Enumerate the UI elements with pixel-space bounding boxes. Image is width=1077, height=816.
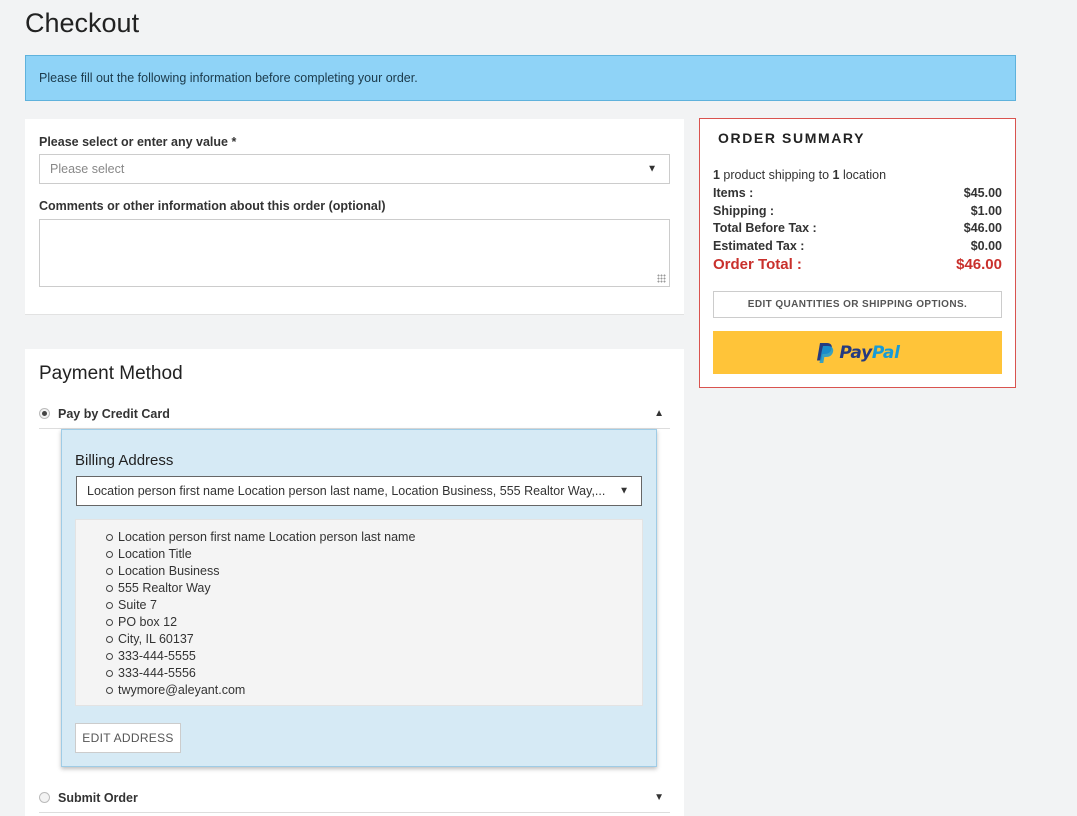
address-line: Location Business	[106, 563, 415, 580]
address-line: 333-444-5556	[106, 665, 415, 682]
credit-card-radio[interactable]	[39, 408, 50, 419]
shipping-summary-text: 1 product shipping to 1 location	[713, 168, 886, 182]
billing-address-select[interactable]: Location person first name Location pers…	[76, 476, 642, 506]
payment-method-card: Payment Method Pay by Credit Card ▲ Bill…	[25, 349, 684, 816]
address-line: PO box 12	[106, 614, 415, 631]
summary-row-label: Total Before Tax :	[713, 221, 817, 235]
shipping-text-2: location	[839, 168, 887, 182]
paypal-logo-pay: Pay	[839, 342, 872, 363]
comments-textarea[interactable]	[39, 219, 670, 287]
resize-handle-icon[interactable]	[657, 274, 666, 283]
paypal-button[interactable]: PayPal	[713, 331, 1002, 374]
summary-row-estimated-tax: Estimated Tax : $0.00	[713, 239, 1002, 253]
credit-card-option-label: Pay by Credit Card	[58, 406, 170, 421]
select-value-label: Please select or enter any value *	[39, 135, 237, 149]
submit-order-radio[interactable]	[39, 792, 50, 803]
billing-address-selected: Location person first name Location pers…	[87, 484, 606, 498]
summary-row-total-before-tax: Total Before Tax : $46.00	[713, 221, 1002, 235]
caret-up-icon[interactable]: ▲	[654, 408, 664, 419]
order-total-label: Order Total :	[713, 256, 802, 273]
edit-address-button[interactable]: EDIT ADDRESS	[75, 723, 181, 753]
paypal-icon	[817, 342, 834, 363]
summary-row-value: $46.00	[963, 221, 1002, 235]
summary-row-value: $1.00	[970, 204, 1002, 218]
billing-address-panel: Billing Address Location person first na…	[61, 429, 657, 767]
payment-method-title: Payment Method	[39, 363, 183, 384]
address-line: Location person first name Location pers…	[106, 529, 415, 546]
address-line: 555 Realtor Way	[106, 580, 415, 597]
address-line: City, IL 60137	[106, 631, 415, 648]
paypal-logo-pal: Pal	[871, 342, 900, 363]
summary-row-items: Items : $45.00	[713, 186, 1002, 200]
summary-row-order-total: Order Total : $46.00	[713, 256, 1002, 273]
address-line: 333-444-5555	[106, 648, 415, 665]
paypal-logo-text: PayPal	[839, 342, 900, 363]
comments-label: Comments or other information about this…	[39, 199, 386, 213]
submit-order-option-label: Submit Order	[58, 790, 138, 805]
info-banner: Please fill out the following informatio…	[25, 55, 1016, 101]
order-summary-title: ORDER SUMMARY	[718, 130, 866, 146]
summary-row-label: Estimated Tax :	[713, 239, 805, 253]
address-line: twymore@aleyant.com	[106, 682, 415, 699]
caret-down-icon: ▼	[647, 163, 657, 175]
address-details: Location person first name Location pers…	[75, 519, 643, 706]
caret-down-icon[interactable]: ▼	[654, 792, 664, 803]
summary-row-shipping: Shipping : $1.00	[713, 204, 1002, 218]
address-line: Location Title	[106, 546, 415, 563]
summary-row-value: $0.00	[970, 239, 1002, 253]
order-total-value: $46.00	[956, 256, 1002, 273]
address-list: Location person first name Location pers…	[106, 529, 415, 699]
page-title: Checkout	[25, 8, 140, 38]
edit-quantities-button[interactable]: EDIT QUANTITIES OR SHIPPING OPTIONS.	[713, 291, 1002, 318]
submit-order-option[interactable]: Submit Order ▼	[39, 783, 670, 813]
order-summary: ORDER SUMMARY 1 product shipping to 1 lo…	[699, 118, 1016, 388]
summary-row-label: Items :	[713, 186, 754, 200]
pay-by-credit-card-option[interactable]: Pay by Credit Card ▲	[39, 399, 670, 429]
caret-down-icon: ▼	[619, 485, 629, 497]
value-select[interactable]: Please select ▼	[39, 154, 670, 184]
order-info-card: Please select or enter any value * Pleas…	[25, 119, 684, 315]
billing-address-title: Billing Address	[75, 452, 174, 469]
value-select-placeholder: Please select	[50, 162, 125, 176]
product-count: 1	[713, 168, 720, 182]
summary-row-label: Shipping :	[713, 204, 775, 218]
address-line: Suite 7	[106, 597, 415, 614]
shipping-text-1: product shipping to	[719, 168, 833, 182]
summary-row-value: $45.00	[963, 186, 1002, 200]
